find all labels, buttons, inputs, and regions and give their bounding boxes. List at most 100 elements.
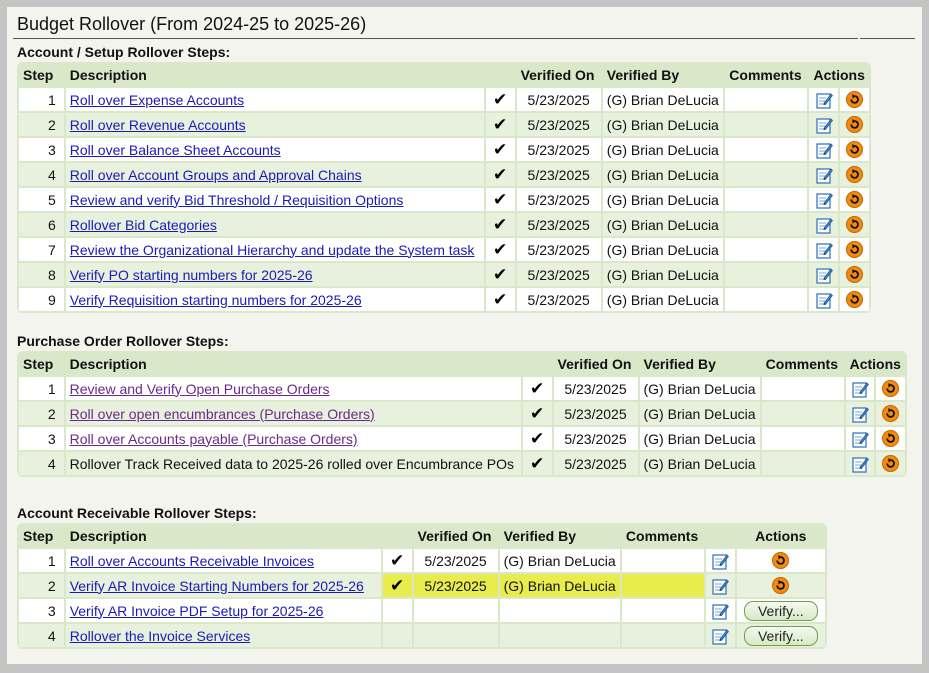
edit-note-icon[interactable] <box>712 628 730 645</box>
step-link[interactable]: Rollover Bid Categories <box>70 217 217 233</box>
step-link[interactable]: Roll over Revenue Accounts <box>70 117 246 133</box>
step-number: 6 <box>19 213 64 236</box>
undo-cell <box>876 427 905 450</box>
edit-note-icon[interactable] <box>816 167 833 184</box>
description-cell: Roll over Expense Accounts <box>65 88 484 111</box>
verified-on-cell <box>413 624 498 647</box>
edit-cell <box>845 377 875 400</box>
checkmark-cell: ✔ <box>485 138 515 161</box>
step-number: 1 <box>19 88 64 111</box>
verified-on-cell: 5/23/2025 <box>516 88 601 111</box>
undo-cell <box>840 163 869 186</box>
edit-note-icon[interactable] <box>816 242 833 259</box>
edit-note-icon[interactable] <box>816 192 833 209</box>
step-link[interactable]: Roll over Expense Accounts <box>70 92 244 108</box>
edit-cell <box>705 549 735 572</box>
checkmark-cell: ✔ <box>485 88 515 111</box>
step-link[interactable]: Roll over Accounts Receivable Invoices <box>70 553 314 569</box>
table-row: 4 Roll over Account Groups and Approval C… <box>19 163 869 186</box>
col-verified-by: Verified By <box>602 64 724 86</box>
verify-button[interactable]: Verify... <box>743 600 818 621</box>
undo-icon[interactable] <box>846 116 864 134</box>
step-link[interactable]: Review and verify Bid Threshold / Requis… <box>70 192 404 208</box>
checkmark-icon: ✔ <box>493 114 508 134</box>
undo-icon[interactable] <box>882 405 900 423</box>
step-link[interactable]: Roll over open encumbrances (Purchase Or… <box>70 406 375 422</box>
checkmark-icon: ✔ <box>390 575 405 595</box>
undo-icon[interactable] <box>846 291 864 309</box>
edit-note-icon[interactable] <box>852 431 869 448</box>
description-cell: Rollover the Invoice Services <box>65 624 381 647</box>
col-verified-on: Verified On <box>413 525 498 547</box>
undo-icon[interactable] <box>846 91 864 109</box>
col-description: Description <box>65 525 381 547</box>
undo-icon[interactable] <box>846 166 864 184</box>
edit-note-icon[interactable] <box>816 92 833 109</box>
col-step: Step <box>19 64 64 86</box>
comments-cell <box>725 163 808 186</box>
undo-icon[interactable] <box>846 191 864 209</box>
verified-on-cell: 5/23/2025 <box>413 549 498 572</box>
edit-note-icon[interactable] <box>852 381 869 398</box>
undo-icon[interactable] <box>772 552 790 570</box>
col-comments: Comments <box>761 353 844 375</box>
undo-icon[interactable] <box>846 216 864 234</box>
undo-cell <box>876 452 905 475</box>
step-link[interactable]: Verify PO starting numbers for 2025-26 <box>70 267 313 283</box>
comments-cell <box>725 263 808 286</box>
undo-icon[interactable] <box>882 430 900 448</box>
verify-button[interactable]: Verify... <box>743 625 818 646</box>
verified-on-cell: 5/23/2025 <box>553 402 638 425</box>
step-link[interactable]: Roll over Balance Sheet Accounts <box>70 142 281 158</box>
edit-note-icon[interactable] <box>852 406 869 423</box>
edit-note-icon[interactable] <box>816 292 833 309</box>
ar-section-title: Account Receivable Rollover Steps: <box>17 505 257 521</box>
checkmark-icon: ✔ <box>530 428 545 448</box>
undo-icon[interactable] <box>882 455 900 473</box>
step-number: 3 <box>19 138 64 161</box>
checkmark-icon: ✔ <box>530 378 545 398</box>
undo-icon[interactable] <box>846 241 864 259</box>
edit-cell <box>809 138 839 161</box>
edit-cell <box>809 188 839 211</box>
col-verified-by: Verified By <box>499 525 620 547</box>
edit-cell <box>809 88 839 111</box>
description-cell: Rollover Track Received data to 2025-26 … <box>65 452 521 475</box>
action-cell <box>736 574 825 597</box>
undo-icon[interactable] <box>772 577 790 595</box>
checkmark-icon: ✔ <box>493 239 508 259</box>
undo-icon[interactable] <box>846 141 864 159</box>
col-comments: Comments <box>725 64 808 86</box>
step-link[interactable]: Verify AR Invoice PDF Setup for 2025-26 <box>70 603 324 619</box>
verified-on-cell: 5/23/2025 <box>553 377 638 400</box>
edit-note-icon[interactable] <box>816 217 833 234</box>
undo-icon[interactable] <box>882 380 900 398</box>
undo-icon[interactable] <box>846 266 864 284</box>
edit-note-icon[interactable] <box>712 553 730 570</box>
comments-cell <box>725 188 808 211</box>
step-link[interactable]: Verify Requisition starting numbers for … <box>70 292 362 308</box>
table-row: 2 Verify AR Invoice Starting Numbers for … <box>19 574 825 597</box>
verified-by-cell <box>499 599 620 622</box>
edit-note-icon[interactable] <box>816 117 833 134</box>
edit-note-icon[interactable] <box>852 456 869 473</box>
step-link[interactable]: Review the Organizational Hierarchy and … <box>70 242 475 258</box>
verified-by-cell: (G) Brian DeLucia <box>602 263 724 286</box>
edit-note-icon[interactable] <box>712 578 730 595</box>
verified-by-cell: (G) Brian DeLucia <box>602 163 724 186</box>
step-link[interactable]: Verify AR Invoice Starting Numbers for 2… <box>70 578 364 594</box>
checkmark-cell: ✔ <box>382 549 412 572</box>
step-link[interactable]: Rollover the Invoice Services <box>70 628 251 644</box>
verified-on-cell: 5/23/2025 <box>516 238 601 261</box>
table-row: 8 Verify PO starting numbers for 2025-26 ✔… <box>19 263 869 286</box>
step-link[interactable]: Roll over Account Groups and Approval Ch… <box>70 167 362 183</box>
step-link[interactable]: Roll over Accounts payable (Purchase Ord… <box>70 431 358 447</box>
edit-note-icon[interactable] <box>816 142 833 159</box>
table-row: 1 Review and Verify Open Purchase Orders ✔… <box>19 377 905 400</box>
edit-note-icon[interactable] <box>816 267 833 284</box>
verified-on-cell: 5/23/2025 <box>516 163 601 186</box>
description-cell: Roll over Accounts payable (Purchase Ord… <box>65 427 521 450</box>
step-link[interactable]: Review and Verify Open Purchase Orders <box>70 381 330 397</box>
edit-note-icon[interactable] <box>712 603 730 620</box>
undo-cell <box>840 213 869 236</box>
